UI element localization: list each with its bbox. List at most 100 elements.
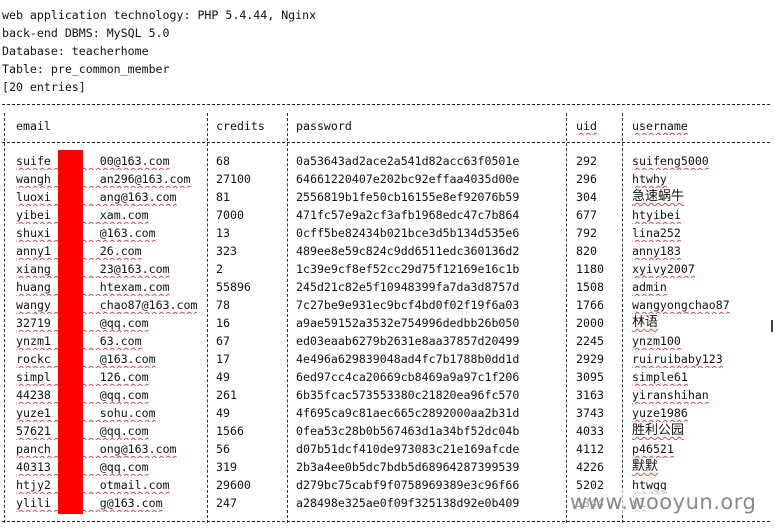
watermark: www.wooyun.org [568,490,759,514]
cell-username: ruiruibaby123 [632,352,723,366]
cell-uid: 3095 [576,370,604,384]
cell-username: suifeng5000 [632,154,709,168]
column-divider [287,113,289,523]
cell-password: 471fc57e9a2cf3afb1968edc47c7b864 [296,208,520,222]
cell-username: htyibei [632,208,681,222]
cell-username: htwhy [632,172,667,186]
cell-credits: 56 [216,442,230,456]
cell-password: 2b3a4ee0b5dc7bdb5d68964287399539 [296,460,520,474]
column-divider [622,113,624,523]
cell-password: d07b51dcf410de973083c21e169afcde [296,442,520,456]
table-top-border [2,104,770,106]
cell-credits: 261 [216,388,237,402]
cell-uid: 4112 [576,442,604,456]
cell-credits: 13 [216,226,230,240]
cell-username: anny183 [632,244,681,258]
cell-password: 7c27be9e931ec9bcf4bd0f02f19f6a03 [296,298,520,312]
cell-username: xyivy2007 [632,262,695,276]
cell-username: wangyongchao87 [632,298,730,312]
cell-email: panch ong@163.com [16,442,177,456]
cell-password: 64661220407e202bc92effaa4035d00e [296,172,520,186]
cell-password: 6ed97cc4ca20669cb8469a9a97c1f206 [296,370,520,384]
cell-username: ynzm100 [632,334,681,348]
cell-username: p46521 [632,442,674,456]
cell-email: suife 00@163.com [16,154,170,168]
cell-password: 245d21c82e5f10948399fa7da3d8757d [296,280,520,294]
redaction-bar [58,150,83,514]
table-text: Table: pre_common_member [2,62,170,76]
cell-email: xiang 23@163.com [16,262,170,276]
cell-username: yiranshihan [632,388,709,402]
cell-email: wangh an296@163.com [16,172,191,186]
cell-password: 489ee8e59c824c9dd6511edc360136d2 [296,244,520,258]
table-header-border [2,142,770,144]
cell-uid: 820 [576,244,597,258]
cell-username: 默默 [632,459,659,474]
cell-credits: 67 [216,334,230,348]
cell-credits: 16 [216,316,230,330]
cell-credits: 7000 [216,208,244,222]
cell-uid: 292 [576,154,597,168]
cell-credits: 17 [216,352,230,366]
cell-uid: 792 [576,226,597,240]
entries-line: [20 entries] [2,78,86,96]
cell-credits: 27100 [216,172,251,186]
cell-email: luoxi ang@163.com [16,190,177,204]
cell-password: d279bc75cabf9f0758969389e3c96f66 [296,478,520,492]
cell-username: 胜利公园 [632,423,685,438]
cell-credits: 29600 [216,478,251,492]
column-divider [4,113,6,523]
cell-uid: 2929 [576,352,604,366]
cell-password: 0cff5be82434b021bce3d5b134d535e6 [296,226,520,240]
cell-username: simple61 [632,370,688,384]
cell-credits: 49 [216,370,230,384]
cell-credits: 68 [216,154,230,168]
cell-email: htjy2 otmail.com [16,478,170,492]
column-header-uid: uid [576,119,597,133]
cell-password: a28498e325ae0f09f325138d92e0b409 [296,496,520,510]
table-bottom-border [2,521,770,523]
cell-credits: 247 [216,496,237,510]
cell-password: ed03eaab6279b2631e8aa37857d20499 [296,334,520,348]
column-divider [566,113,568,523]
cell-uid: 4033 [576,424,604,438]
scrollbar[interactable] [771,320,773,332]
cell-password: 1c39e9cf8ef52cc29d75f12169e16c1b [296,262,520,276]
cell-email: rockc @163.com [16,352,156,366]
cell-password: 4f695ca9c81aec665c2892000aa2b31d [296,406,520,420]
cell-uid: 3163 [576,388,604,402]
cell-username: yuze1986 [632,406,688,420]
cell-username: 急速蜗牛 [632,189,685,204]
entries-count: [20 entries] [2,80,86,94]
column-header-password: password [296,119,352,133]
cell-uid: 296 [576,172,597,186]
cell-credits: 319 [216,460,237,474]
cell-username: 林语 [632,315,659,330]
cell-password: 2556819b1fe50cb16155e8ef92076b59 [296,190,520,204]
cell-credits: 78 [216,298,230,312]
column-divider [207,113,209,523]
table-line: Table: pre_common_member [2,60,170,78]
cell-email: wangy chao87@163.com [16,298,198,312]
cell-uid: 4226 [576,460,604,474]
cell-email: yuze1 sohu.com [16,406,156,420]
column-header-email: email [16,119,51,133]
dbms-text: back-end DBMS: MySQL 5.0 [2,26,170,40]
cell-uid: 677 [576,208,597,222]
cell-password: 0a53643ad2ace2a541d82acc63f0501e [296,154,520,168]
technology-text: web application technology: PHP 5.4.44, … [2,8,317,22]
column-header-credits: credits [216,119,265,133]
cell-credits: 81 [216,190,230,204]
cell-credits: 49 [216,406,230,420]
cell-email: ylili g@163.com [16,496,163,510]
cell-password: 4e496a629839048ad4fc7b1788b0dd1d [296,352,520,366]
cell-uid: 2000 [576,316,604,330]
cell-email: huang htexam.com [16,280,170,294]
cell-email: shuxi @163.com [16,226,156,240]
cell-uid: 1766 [576,298,604,312]
dbms-line: back-end DBMS: MySQL 5.0 [2,24,170,42]
cell-credits: 2 [216,262,223,276]
cell-username: lina252 [632,226,681,240]
database-text: Database: teacherhome [2,44,149,58]
cell-username: admin [632,280,667,294]
